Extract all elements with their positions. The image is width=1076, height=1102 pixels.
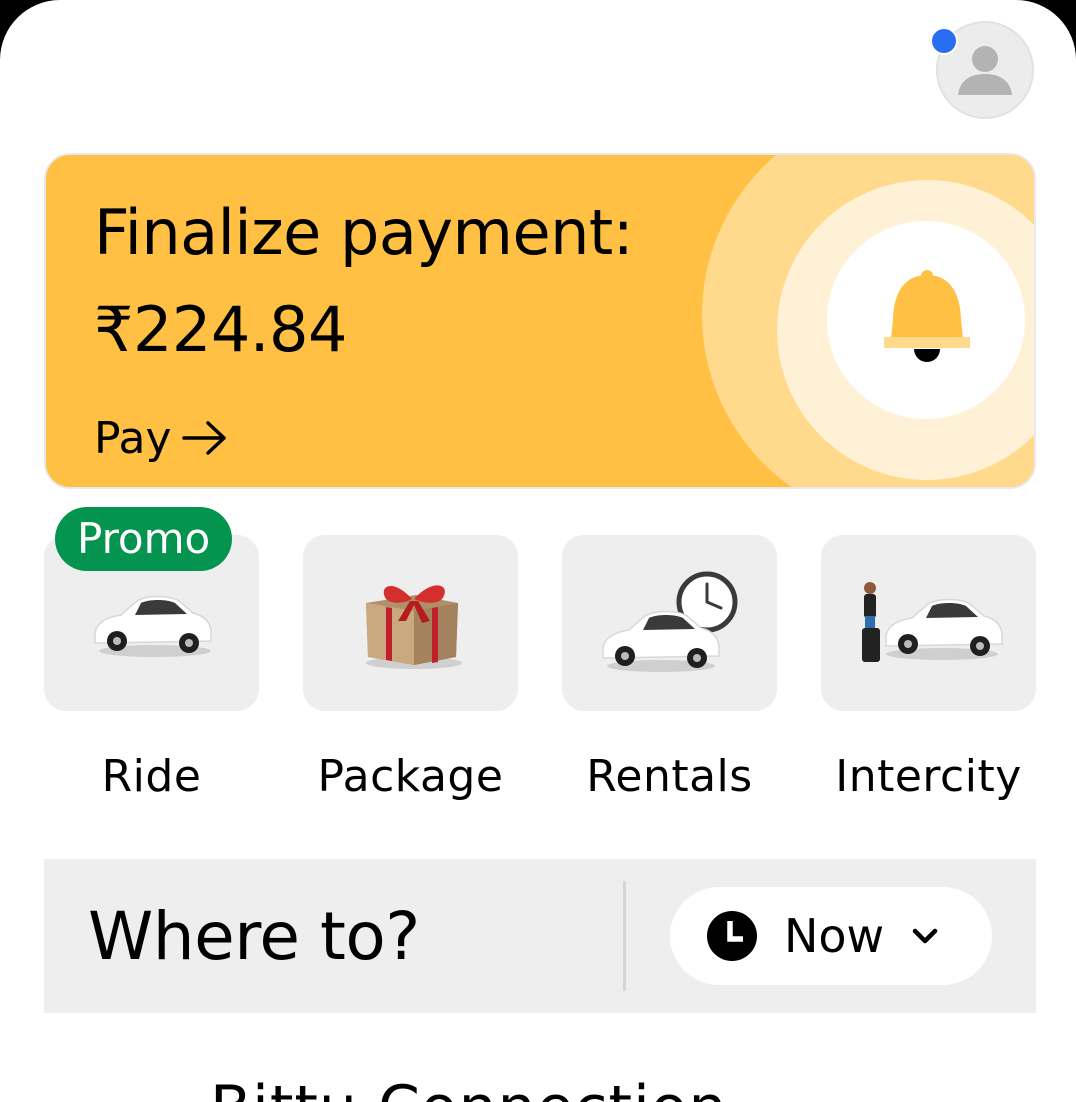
service-package[interactable]: Package [303, 535, 518, 802]
recent-place-label[interactable]: Bittu Connection [210, 1068, 727, 1102]
service-label-intercity: Intercity [835, 751, 1022, 802]
service-label-ride: Ride [101, 751, 202, 802]
payment-banner[interactable]: Finalize payment: ₹224.84 Pay [44, 153, 1036, 489]
person-icon [958, 46, 1012, 95]
car-clock-icon [601, 571, 737, 672]
service-rentals[interactable]: Rentals [562, 535, 777, 802]
gift-box-icon [365, 585, 462, 669]
service-label-rentals: Rentals [586, 751, 753, 802]
service-label-package: Package [317, 751, 504, 802]
pay-label: Pay [94, 412, 172, 464]
service-tile-rentals[interactable] [562, 535, 777, 711]
car-icon [93, 595, 212, 657]
traveler-car-icon [861, 582, 1003, 662]
time-selector-label: Now [784, 909, 885, 963]
service-tile-intercity[interactable] [821, 535, 1036, 711]
clock-icon [707, 911, 757, 961]
bell-icon [884, 270, 970, 362]
service-tile-package[interactable] [303, 535, 518, 711]
where-to-search-bar[interactable]: Where to? Now [44, 859, 1036, 1013]
search-divider [623, 881, 626, 991]
promo-badge: Promo [55, 507, 233, 571]
home-sheet: Finalize payment: ₹224.84 Pay Ride Promo [0, 0, 1076, 1102]
banner-amount: ₹224.84 [94, 293, 347, 366]
search-placeholder[interactable]: Where to? [88, 897, 420, 977]
time-selector-button[interactable]: Now [670, 887, 992, 985]
service-intercity[interactable]: Intercity [821, 535, 1036, 802]
banner-title: Finalize payment: [94, 196, 634, 269]
notification-dot [930, 27, 958, 55]
chevron-down-icon [912, 928, 938, 944]
pay-link[interactable]: Pay [94, 410, 230, 466]
arrow-right-icon [181, 421, 226, 455]
